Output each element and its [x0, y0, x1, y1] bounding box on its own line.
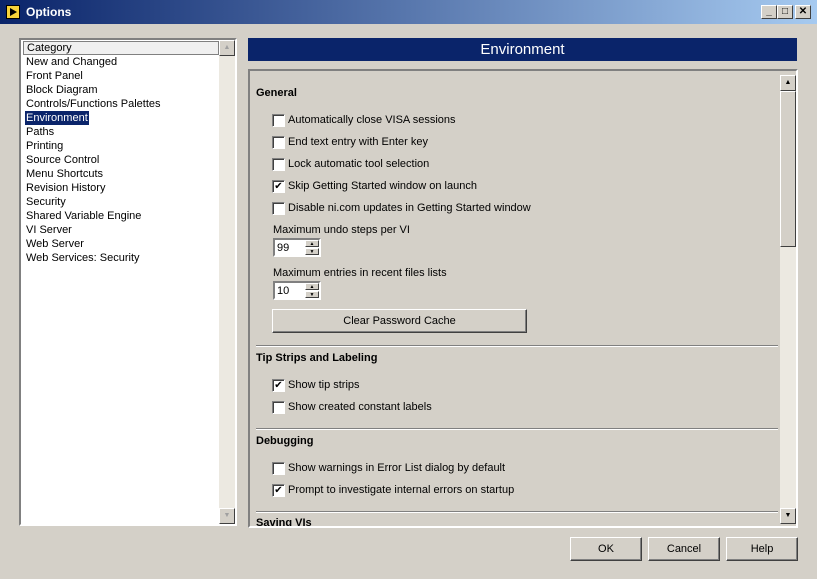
checkbox-label: Show tip strips — [288, 379, 360, 391]
undo-steps-label: Maximum undo steps per VI — [273, 224, 410, 236]
category-item-web-services-security[interactable]: Web Services: Security — [25, 251, 141, 265]
settings-panel[interactable]: General Automatically close VISA session… — [248, 69, 798, 528]
labview-app-icon — [6, 5, 20, 19]
category-item-controls-functions-palettes[interactable]: Controls/Functions Palettes — [25, 97, 162, 111]
checkbox-disable-ni-updates[interactable] — [272, 202, 285, 215]
page-title: Environment — [248, 38, 797, 61]
checkbox-label: Automatically close VISA sessions — [288, 114, 456, 126]
category-item-environment[interactable]: Environment — [24, 110, 90, 126]
category-item-block-diagram[interactable]: Block Diagram — [25, 83, 99, 97]
category-header: Category — [23, 41, 219, 55]
checkbox-label: Show warnings in Error List dialog by de… — [288, 462, 506, 474]
category-scroll-up-button[interactable]: ▲ — [219, 40, 235, 56]
checkbox-label: Prompt to investigate internal errors on… — [288, 484, 515, 496]
clear-password-cache-button[interactable]: Clear Password Cache — [272, 309, 527, 333]
recent-files-label: Maximum entries in recent files lists — [273, 267, 447, 279]
category-scrollbar[interactable]: ▲ ▼ — [219, 40, 235, 524]
undo-steps-increment[interactable]: ▲ — [305, 240, 319, 247]
checkbox-show-warnings[interactable] — [272, 462, 285, 475]
maximize-button[interactable]: □ — [777, 5, 793, 19]
category-item-shared-variable-engine[interactable]: Shared Variable Engine — [25, 209, 142, 223]
category-item-new-and-changed[interactable]: New and Changed — [25, 55, 118, 69]
ok-button[interactable]: OK — [570, 537, 642, 561]
recent-files-value: 10 — [277, 285, 290, 297]
checkbox-label: Disable ni.com updates in Getting Starte… — [288, 202, 531, 214]
help-button[interactable]: Help — [726, 537, 798, 561]
recent-files-decrement[interactable]: ▼ — [305, 291, 319, 298]
window-title: Options — [26, 5, 72, 19]
category-item-vi-server[interactable]: VI Server — [25, 223, 73, 237]
category-item-printing[interactable]: Printing — [25, 139, 64, 153]
section-title-general: General — [256, 87, 297, 99]
category-item-paths[interactable]: Paths — [25, 125, 55, 139]
section-divider — [256, 428, 778, 430]
undo-steps-input[interactable]: 99 ▲ ▼ — [273, 238, 321, 257]
checkbox-show-constant-labels[interactable] — [272, 401, 285, 414]
checkbox-skip-getting-started[interactable]: ✔ — [272, 180, 285, 193]
recent-files-increment[interactable]: ▲ — [305, 283, 319, 290]
category-item-security[interactable]: Security — [25, 195, 67, 209]
category-list[interactable]: Category New and Changed Front Panel Blo… — [19, 38, 237, 526]
checkbox-label: Lock automatic tool selection — [288, 158, 430, 170]
checkbox-prompt-internal-errors[interactable]: ✔ — [272, 484, 285, 497]
undo-steps-value: 99 — [277, 242, 290, 254]
checkbox-label: Skip Getting Started window on launch — [288, 180, 477, 192]
section-title-tip-strips: Tip Strips and Labeling — [256, 352, 378, 364]
category-item-menu-shortcuts[interactable]: Menu Shortcuts — [25, 167, 104, 181]
category-item-source-control[interactable]: Source Control — [25, 153, 100, 167]
settings-scrollbar[interactable]: ▲ ▼ — [780, 75, 796, 524]
title-bar[interactable]: Options _ □ ✕ — [0, 0, 817, 24]
checkbox-end-text-entry[interactable] — [272, 136, 285, 149]
checkbox-label: Show created constant labels — [288, 401, 432, 413]
checkbox-label: End text entry with Enter key — [288, 136, 429, 148]
settings-scroll-up-button[interactable]: ▲ — [780, 75, 796, 91]
checkbox-auto-close-visa[interactable] — [272, 114, 285, 127]
section-title-saving-vis: Saving VIs — [256, 517, 312, 528]
settings-scroll-down-button[interactable]: ▼ — [780, 508, 796, 524]
section-divider — [256, 511, 778, 513]
minimize-button[interactable]: _ — [761, 5, 777, 19]
recent-files-input[interactable]: 10 ▲ ▼ — [273, 281, 321, 300]
checkbox-lock-tool-selection[interactable] — [272, 158, 285, 171]
category-item-revision-history[interactable]: Revision History — [25, 181, 106, 195]
settings-scroll-thumb[interactable] — [780, 91, 796, 247]
section-title-debugging: Debugging — [256, 435, 314, 447]
category-item-web-server[interactable]: Web Server — [25, 237, 85, 251]
undo-steps-decrement[interactable]: ▼ — [305, 248, 319, 255]
close-button[interactable]: ✕ — [795, 5, 811, 19]
cancel-button[interactable]: Cancel — [648, 537, 720, 561]
category-item-front-panel[interactable]: Front Panel — [25, 69, 84, 83]
section-divider — [256, 345, 778, 347]
checkbox-show-tip-strips[interactable]: ✔ — [272, 379, 285, 392]
category-scroll-down-button[interactable]: ▼ — [219, 508, 235, 524]
